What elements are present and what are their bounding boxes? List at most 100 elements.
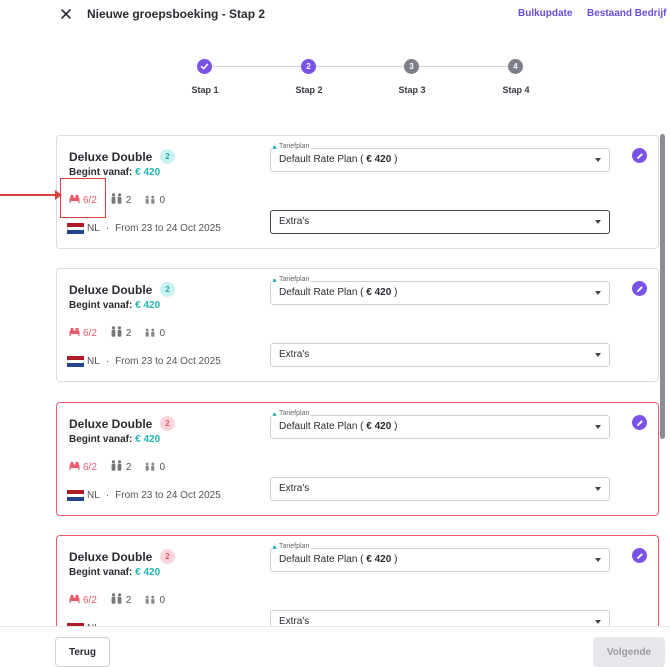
beds-stat: 6/2 <box>69 461 97 473</box>
beds-stat: 6/2 <box>69 594 97 606</box>
rate-plan-select[interactable]: Tariefplan Default Rate Plan ( € 420 ) <box>270 543 610 572</box>
edit-room-button[interactable] <box>632 548 647 563</box>
rate-plan-value: Default Rate Plan ( € 420 ) <box>279 287 398 298</box>
pencil-icon <box>636 285 643 292</box>
annotation-highlight-box <box>60 178 106 218</box>
room-title: Deluxe Double <box>69 550 153 564</box>
bed-icon <box>69 594 83 606</box>
rate-plan-legend: Tariefplan <box>272 276 312 283</box>
separator-dot: · <box>105 356 110 367</box>
step-3-label: Stap 3 <box>398 85 426 95</box>
price-value: € 420 <box>135 300 161 311</box>
children-icon <box>146 328 155 337</box>
extras-value: Extra's <box>279 349 310 360</box>
scrollbar-thumb[interactable] <box>660 134 665 439</box>
rate-plan-select[interactable]: Tariefplan Default Rate Plan ( € 420 ) <box>270 410 610 439</box>
adults-value: 2 <box>125 594 132 606</box>
separator-dot: · <box>105 223 110 234</box>
edit-room-button[interactable] <box>632 148 647 163</box>
chevron-down-icon <box>595 353 601 357</box>
step-4-label: Stap 4 <box>502 85 530 95</box>
back-button[interactable]: Terug <box>55 637 110 667</box>
country-code: NL <box>87 356 100 367</box>
adults-value: 2 <box>125 461 132 473</box>
step-4-indicator: 4 <box>508 59 523 74</box>
adults-icon <box>111 593 122 604</box>
header: Nieuwe groepsboeking - Stap 2 Bulkupdate… <box>0 0 670 30</box>
bed-icon <box>69 461 83 473</box>
rate-plan-select[interactable]: Tariefplan Default Rate Plan ( € 420 ) <box>270 276 610 305</box>
price-value: € 420 <box>135 434 161 445</box>
extras-select[interactable]: Extra's <box>270 477 610 501</box>
room-count-badge: 2 <box>160 416 175 431</box>
children-value: 0 <box>159 194 166 206</box>
existing-company-link[interactable]: Bestaand Bedrijf <box>587 8 666 19</box>
beds-value: 6/2 <box>83 594 97 606</box>
chevron-down-icon <box>595 220 601 224</box>
bulk-update-link[interactable]: Bulkupdate <box>518 8 572 19</box>
children-value: 0 <box>159 461 166 473</box>
pencil-icon <box>636 152 643 159</box>
stepper: 2 3 4 Stap 1 Stap 2 Stap 3 Stap 4 <box>0 55 670 105</box>
extras-select[interactable]: Extra's <box>270 343 610 367</box>
adults-icon <box>111 326 122 337</box>
bed-icon <box>69 327 83 339</box>
bed-icon <box>69 328 80 336</box>
starting-price: Begint vanaf: € 420 <box>69 434 160 445</box>
adults-stat: 2 <box>110 193 132 207</box>
step-2-indicator: 2 <box>301 59 316 74</box>
edit-room-button[interactable] <box>632 415 647 430</box>
extras-select[interactable]: Extra's <box>270 610 610 626</box>
adults-value: 2 <box>125 194 132 206</box>
step-connector <box>212 66 301 67</box>
price-value: € 420 <box>135 167 161 178</box>
chevron-down-icon <box>595 425 601 429</box>
rate-plan-select[interactable]: Tariefplan Default Rate Plan ( € 420 ) <box>270 143 610 172</box>
date-range: From 23 to 24 Oct 2025 <box>115 223 221 234</box>
rate-plan-value: Default Rate Plan ( € 420 ) <box>279 154 398 165</box>
room-title: Deluxe Double <box>69 417 153 431</box>
nl-flag-icon <box>67 490 84 502</box>
step-3-indicator: 3 <box>404 59 419 74</box>
room-card: Deluxe Double2Begint vanaf: € 4206/220NL… <box>56 402 659 516</box>
extras-value: Extra's <box>279 483 310 494</box>
occupancy-stats: 6/2 2 0 <box>69 460 178 474</box>
room-card: Deluxe Double2Begint vanaf: € 4206/220NL… <box>56 135 659 249</box>
edit-room-button[interactable] <box>632 281 647 296</box>
rate-plan-value: Default Rate Plan ( € 420 ) <box>279 554 398 565</box>
room-count-badge: 2 <box>160 282 175 297</box>
annotation-arrow <box>0 194 60 196</box>
extras-value: Extra's <box>279 616 310 626</box>
occupancy-stats: 6/2 2 0 <box>69 593 178 607</box>
close-icon[interactable] <box>59 7 73 21</box>
step-1-check-icon <box>197 59 212 74</box>
price-prefix: Begint vanaf: <box>69 167 133 178</box>
room-card: Deluxe Double2Begint vanaf: € 4206/220NL… <box>56 535 659 626</box>
room-title: Deluxe Double <box>69 150 153 164</box>
price-prefix: Begint vanaf: <box>69 300 133 311</box>
pencil-icon <box>636 419 643 426</box>
next-button[interactable]: Volgende <box>593 637 665 667</box>
location-line: NL · From 23 to 24 Oct 2025 <box>67 223 221 235</box>
adults-stat: 2 <box>110 593 132 607</box>
children-icon <box>144 461 159 474</box>
page-title: Nieuwe groepsboeking - Stap 2 <box>87 7 266 21</box>
starting-price: Begint vanaf: € 420 <box>69 567 160 578</box>
country-code: NL <box>87 490 100 501</box>
adults-icon <box>111 193 122 204</box>
rate-plan-legend: Tariefplan <box>272 143 312 150</box>
pencil-icon <box>636 552 643 559</box>
adults-stat: 2 <box>110 326 131 340</box>
children-stat: 0 <box>144 461 165 474</box>
adults-icon <box>110 593 126 607</box>
extras-select[interactable]: Extra's <box>270 210 610 234</box>
location-line: NL · From 23 to 24 Oct 2025 <box>67 356 221 368</box>
rate-plan-legend: Tariefplan <box>272 410 312 417</box>
children-icon <box>144 594 159 607</box>
step-1-label: Stap 1 <box>191 85 219 95</box>
location-line: NL · From 23 to 24 Oct 2025 <box>67 490 221 502</box>
occupancy-stats: 6/2 2 0 <box>69 326 178 340</box>
adults-icon <box>111 460 122 471</box>
country-code: NL <box>87 223 100 234</box>
chevron-down-icon <box>595 291 601 295</box>
